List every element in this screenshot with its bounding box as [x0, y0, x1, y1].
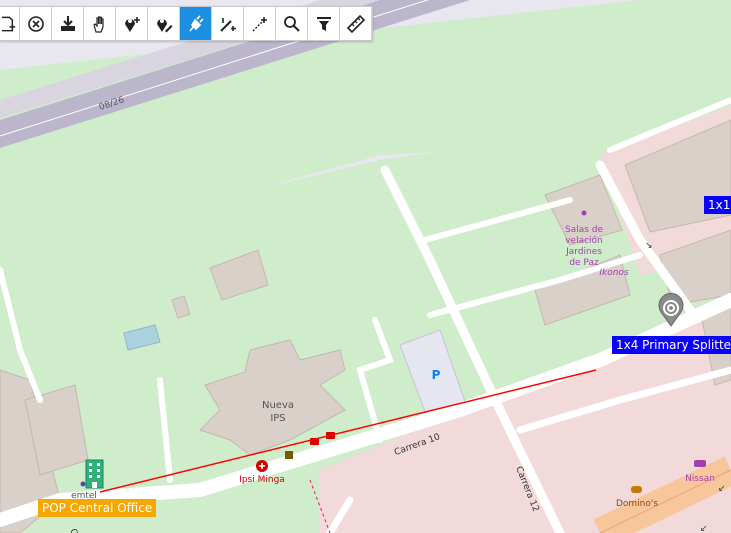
pan-button[interactable] [84, 7, 116, 40]
doctor-icon [285, 451, 293, 459]
add-marker-button[interactable] [116, 7, 148, 40]
cancel-button[interactable] [20, 7, 52, 40]
filter-button[interactable] [308, 7, 340, 40]
pan-hand-icon [92, 15, 104, 33]
download-button[interactable] [52, 7, 84, 40]
add-line-icon [219, 17, 236, 32]
measure-button[interactable] [340, 7, 372, 40]
search-icon [283, 15, 300, 32]
splitter-label[interactable]: 1x4 Primary Splitter [612, 336, 731, 354]
download-icon [60, 15, 75, 31]
poi-dot-icon [581, 210, 587, 216]
label-ikonos: Ikonos [599, 268, 629, 278]
edit-line-icon [252, 16, 267, 31]
oneway-arrow-icon: ↙ [718, 484, 726, 494]
edit-marker-icon [156, 18, 172, 32]
edit-line-button[interactable] [244, 7, 276, 40]
draw-line-button[interactable] [180, 7, 212, 40]
draw-line-icon [188, 14, 204, 31]
add-marker-icon [124, 16, 140, 32]
cancel-icon [27, 15, 44, 32]
measure-ruler-icon [346, 14, 365, 33]
label-ipsi-minga: Ipsi Minga [239, 475, 285, 485]
add-line-button[interactable] [212, 7, 244, 40]
new-document-button[interactable] [0, 7, 20, 40]
search-button[interactable] [276, 7, 308, 40]
map-toolbar [0, 6, 373, 41]
map-canvas[interactable]: 08/26 Nueva IPS Salas de velación Jardines d… [0, 0, 731, 533]
pop-building-icon[interactable] [85, 459, 104, 489]
edge-label[interactable]: 1x16 [704, 196, 731, 214]
label-dominos: Domino's [616, 499, 658, 509]
poi-dot-icon [80, 481, 86, 487]
oneway-arrow-icon: ↙ [700, 524, 708, 533]
car-dealer-icon [694, 460, 706, 467]
label-nissan: Nissan [685, 474, 715, 484]
fastfood-icon [631, 486, 642, 493]
pop-label[interactable]: POP Central Office [38, 499, 157, 517]
new-document-icon [1, 16, 16, 31]
filter-icon [316, 16, 331, 31]
label-funeral-home: Salas de velación Jardines de Paz [565, 225, 604, 268]
oneway-arrow-icon: ↘ [645, 241, 653, 251]
parking-icon: P [432, 368, 441, 382]
edit-marker-button[interactable] [148, 7, 180, 40]
